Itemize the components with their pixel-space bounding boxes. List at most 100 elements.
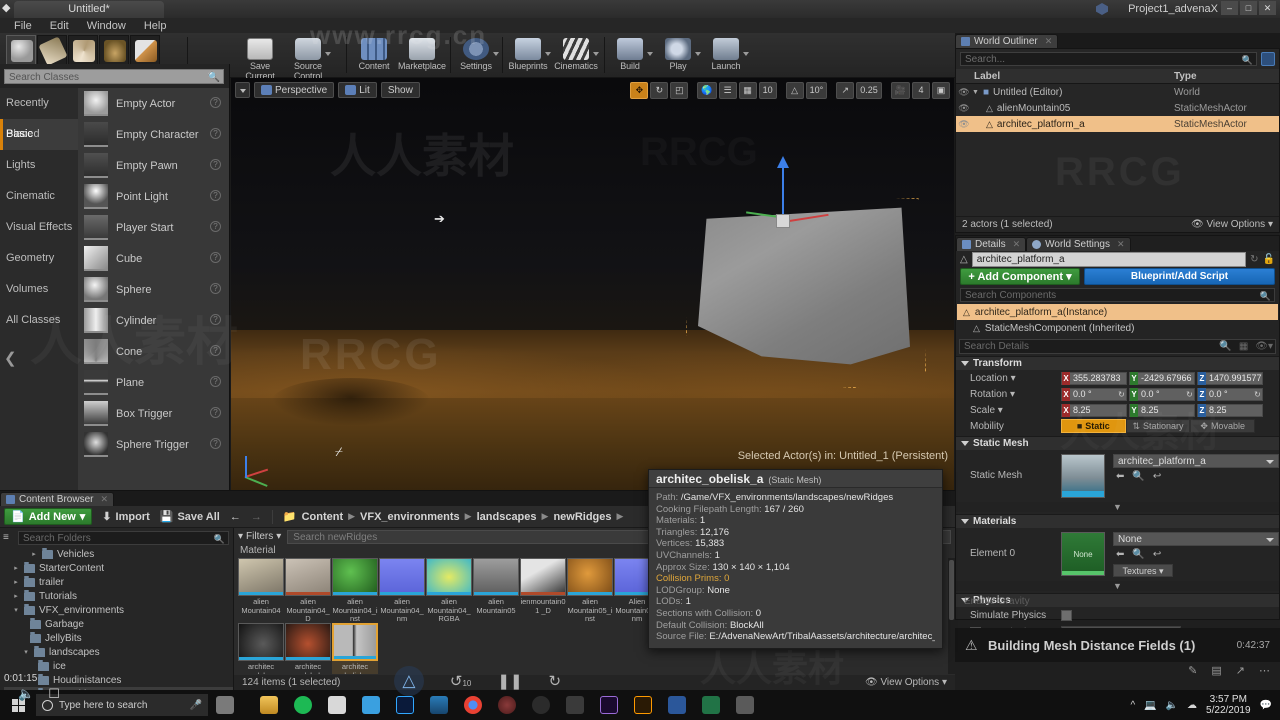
- visibility-eye-icon[interactable]: 👁: [956, 87, 972, 98]
- component-row-instance[interactable]: △ architec_platform_a(Instance): [957, 304, 1278, 320]
- camera-speed-icon[interactable]: 🎥: [890, 82, 910, 99]
- location-y-field[interactable]: Y -2429.67966: [1129, 371, 1195, 385]
- settings-button[interactable]: Settings: [452, 36, 500, 76]
- spinner-icon[interactable]: ↻: [1185, 390, 1194, 399]
- asset-cell[interactable]: alien Mountain05: [473, 558, 519, 622]
- maximize-viewport-button[interactable]: ▣: [932, 82, 950, 99]
- place-mode-button[interactable]: [6, 35, 36, 67]
- folder-search-input[interactable]: Search Folders 🔍: [18, 531, 229, 545]
- rotation-snap-toggle[interactable]: △: [785, 82, 804, 99]
- asset-cell[interactable]: ienmountain01 _D: [520, 558, 566, 622]
- more-icon[interactable]: ⋯: [1259, 664, 1270, 677]
- close-icon[interactable]: ✕: [100, 494, 108, 505]
- chevron-right-icon[interactable]: ▸: [12, 592, 20, 600]
- expander-icon[interactable]: ▼: [972, 89, 979, 96]
- list-item[interactable]: Box Trigger ?: [78, 398, 229, 429]
- tree-node-tutorials[interactable]: ▸ Tutorials: [4, 589, 233, 603]
- category-recently-placed[interactable]: Recently Placed: [0, 88, 78, 140]
- save-current-button[interactable]: Save Current: [236, 36, 284, 81]
- eye-icon[interactable]: 👁▾: [1251, 341, 1273, 352]
- volume-icon[interactable]: 🔈: [1166, 700, 1178, 711]
- lock-icon[interactable]: 🔓: [1263, 254, 1275, 265]
- use-selected-icon[interactable]: ⬅: [1116, 549, 1124, 560]
- search-components-input[interactable]: Search Components 🔍: [960, 288, 1275, 302]
- transform-gizmo[interactable]: [746, 156, 829, 228]
- paint-mode-button[interactable]: [37, 35, 68, 67]
- list-item[interactable]: Empty Actor ?: [78, 88, 229, 119]
- list-item[interactable]: Sphere ?: [78, 274, 229, 305]
- list-item[interactable]: Sphere Trigger ?: [78, 429, 229, 460]
- microphone-icon[interactable]: 🎤: [190, 700, 202, 711]
- info-icon[interactable]: ?: [210, 314, 221, 325]
- world-space-button[interactable]: 🌎: [697, 82, 717, 99]
- static-mesh-expander[interactable]: ▼: [956, 502, 1279, 512]
- pause-icon[interactable]: ❚❚: [497, 672, 522, 690]
- category-geometry[interactable]: Geometry: [0, 243, 78, 274]
- menu-help[interactable]: Help: [144, 20, 167, 32]
- gizmo-center-handle[interactable]: [776, 214, 790, 228]
- search-classes-input[interactable]: Search Classes 🔍: [4, 69, 224, 84]
- show-menu-button[interactable]: Show: [380, 82, 420, 98]
- import-button[interactable]: ⬇ Import: [102, 510, 149, 524]
- scale-snap-value[interactable]: 0.25: [856, 82, 882, 99]
- info-icon[interactable]: ?: [210, 252, 221, 263]
- viewport-options-button[interactable]: [235, 82, 250, 98]
- info-icon[interactable]: ?: [210, 283, 221, 294]
- breadcrumb-new-ridges[interactable]: newRidges: [553, 511, 611, 523]
- volume-icon[interactable]: 🔈: [18, 686, 34, 702]
- asset-cell[interactable]: alien Mountain04_RGBA: [426, 558, 472, 623]
- tree-node-trailer[interactable]: ▸ trailer: [4, 575, 233, 589]
- chevron-down-icon[interactable]: ▾: [12, 606, 20, 614]
- materials-expander[interactable]: ▼: [956, 581, 1279, 591]
- close-icon[interactable]: ✕: [1045, 36, 1053, 47]
- textures-button[interactable]: Textures ▾: [1113, 564, 1173, 577]
- reset-icon[interactable]: ↩: [1153, 471, 1161, 482]
- actor-name-input[interactable]: architec_platform_a: [971, 252, 1247, 267]
- menu-window[interactable]: Window: [87, 20, 126, 32]
- info-icon[interactable]: ?: [210, 221, 221, 232]
- content-button[interactable]: Content: [350, 36, 398, 76]
- scale-snap-toggle[interactable]: ↗: [836, 82, 855, 99]
- chevron-down-icon[interactable]: [743, 52, 749, 56]
- search-details-input[interactable]: Search Details 🔍 ▦ 👁▾: [959, 339, 1276, 354]
- tree-node-landscapes[interactable]: ▾ landscapes: [4, 645, 233, 659]
- breadcrumb-landscapes[interactable]: landscapes: [477, 511, 537, 523]
- surface-snap-button[interactable]: ☰: [718, 82, 737, 99]
- chevron-down-icon[interactable]: [647, 52, 653, 56]
- rotation-z-field[interactable]: Z 0.0 ° ↻: [1197, 387, 1263, 401]
- mobility-movable-button[interactable]: ✥ Movable: [1190, 419, 1256, 433]
- grid-snap-value[interactable]: 10: [758, 82, 777, 99]
- use-selected-icon[interactable]: ⬅: [1116, 471, 1124, 482]
- chevron-down-icon[interactable]: [695, 52, 701, 56]
- component-row-staticmesh[interactable]: △ StaticMeshComponent (Inherited): [957, 320, 1278, 336]
- breadcrumb-content[interactable]: Content: [302, 511, 344, 523]
- nav-forward-button[interactable]: →: [251, 511, 262, 523]
- static-mesh-thumbnail[interactable]: [1061, 454, 1105, 498]
- rotation-snap-value[interactable]: 10°: [805, 82, 828, 99]
- chevron-right-icon[interactable]: ▸: [12, 564, 20, 572]
- cinematics-button[interactable]: Cinematics: [552, 36, 600, 76]
- column-type[interactable]: Type: [1174, 71, 1279, 82]
- category-lights[interactable]: Lights: [0, 150, 78, 181]
- close-icon[interactable]: ✕: [1117, 239, 1125, 250]
- chevron-down-icon[interactable]: [545, 52, 551, 56]
- category-cinematic[interactable]: Cinematic: [0, 181, 78, 212]
- info-icon[interactable]: ?: [210, 159, 221, 170]
- close-button[interactable]: ✕: [1259, 1, 1276, 15]
- add-new-button[interactable]: 📄 Add New ▾: [4, 508, 93, 525]
- forward-icon[interactable]: ↻: [549, 672, 562, 690]
- tree-node-starter-content[interactable]: ▸ StarterContent: [4, 561, 233, 575]
- asset-cell[interactable]: alien Mountain04_inst: [332, 558, 378, 623]
- rotation-y-field[interactable]: Y 0.0 ° ↻: [1129, 387, 1195, 401]
- table-row[interactable]: 👁 △ architec_platform_a StaticMeshActor: [956, 116, 1279, 132]
- reset-icon[interactable]: ↻: [1250, 254, 1258, 265]
- mobility-stationary-button[interactable]: ⇅ Stationary: [1125, 419, 1191, 433]
- static-mesh-selector[interactable]: architec_platform_a: [1113, 454, 1279, 468]
- network-icon[interactable]: 💻: [1144, 700, 1156, 711]
- tree-node-vehicles[interactable]: ▸ Vehicles: [4, 547, 233, 561]
- info-icon[interactable]: ?: [210, 438, 221, 449]
- list-item[interactable]: Plane ?: [78, 367, 229, 398]
- build-button[interactable]: Build: [606, 36, 654, 76]
- add-component-button[interactable]: + Add Component ▾: [960, 268, 1080, 285]
- rotation-x-field[interactable]: X 0.0 ° ↻: [1061, 387, 1127, 401]
